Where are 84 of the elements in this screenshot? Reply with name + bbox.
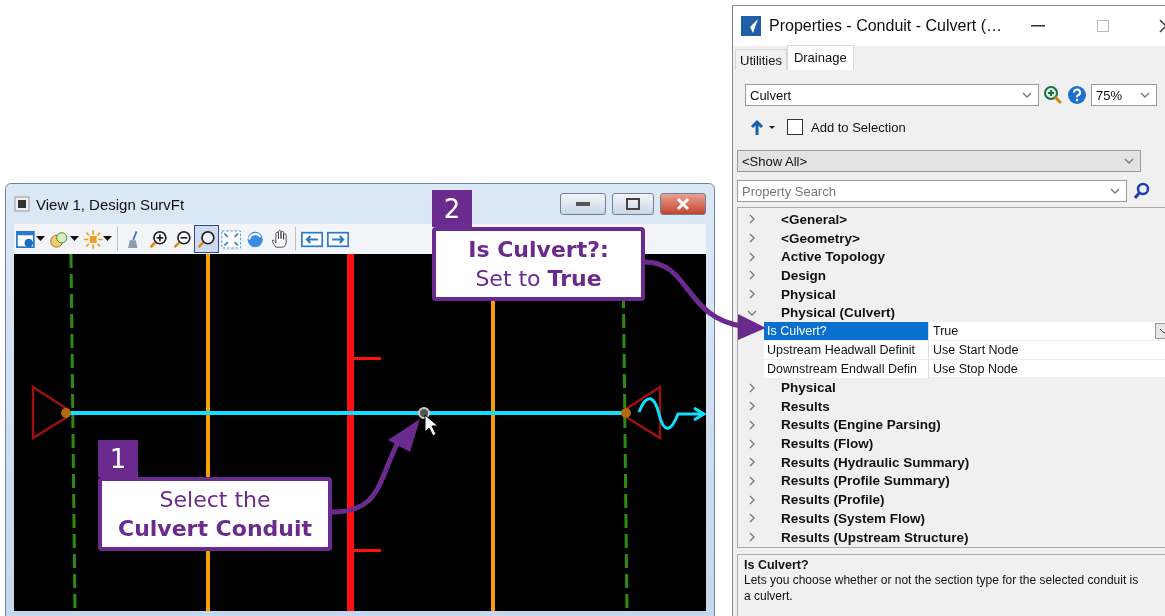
caret-icon [69,236,79,242]
app-logo-icon [741,16,761,36]
chevron-down-icon [1124,156,1134,166]
cursor-icon [424,414,439,437]
minimize-icon[interactable] [1031,25,1045,27]
property-search-field[interactable]: Property Search [737,180,1127,202]
category-row[interactable]: Results (Profile Summary) [738,471,1165,491]
zoom-in-icon [147,228,168,250]
outflow-arrow [637,397,706,430]
minimize-icon [576,202,590,206]
category-row[interactable]: Physical [738,378,1165,397]
chevron-right-icon [747,532,757,543]
minimize-button[interactable] [560,193,606,215]
caret-icon [36,236,46,242]
category-row[interactable]: Physical (Culvert) [738,303,1165,323]
toolbar-button[interactable] [194,225,219,253]
callout-text: Select the [159,486,271,514]
node[interactable] [621,408,631,418]
property-name[interactable]: Is Culvert? [764,322,928,341]
headwall-drawing [31,384,69,441]
chevron-down-icon [1140,90,1150,100]
category-row[interactable]: Results [738,396,1165,416]
category-row[interactable]: Active Topology [738,247,1165,267]
chevron-right-icon [747,419,757,430]
caret-icon [103,236,113,242]
chevron-right-icon [747,289,757,300]
element-dropdown[interactable]: Culvert [745,84,1039,106]
chevron-right-icon [747,494,757,505]
chevron-right-icon [747,513,757,524]
chevron-right-icon [747,233,757,244]
callout-text: Is Culvert?: [468,236,609,264]
category-row[interactable]: Physical [738,284,1165,304]
chevron-right-icon [747,214,757,225]
chevron-right-icon [747,270,757,281]
description-text: Lets you choose whether or not the section type for the selected conduit is a culvert. [744,572,1140,604]
fit-view-icon [220,228,242,250]
property-value[interactable]: Use Stop Node [928,359,1165,378]
tab[interactable]: Utilities [735,49,787,70]
node[interactable] [61,408,71,418]
chevron-down-icon [1110,186,1120,196]
chevron-down-icon [1022,90,1032,100]
window-icon [14,196,30,212]
chevron-right-icon [747,251,757,262]
hand-icon [269,228,290,250]
category-row[interactable]: Results (Hydraulic Summary) [738,452,1165,472]
close-icon [676,197,690,211]
maximize-button[interactable] [612,193,654,215]
category-row[interactable]: <General> [738,210,1165,229]
chevron-right-icon [747,401,757,412]
callout-text: Set to True [475,265,602,293]
light-icon [82,228,104,250]
zoom-in-icon[interactable] [1043,85,1063,105]
description-title: Is Culvert? [744,558,810,572]
category-row[interactable]: Results (Flow) [738,434,1165,453]
category-row[interactable]: Results (Profile) [738,490,1165,509]
chevron-right-icon [747,382,757,393]
chevron-right-icon [747,438,757,449]
callout-text: Culvert Conduit [118,515,312,543]
chevron-right-icon [747,457,757,468]
window-title: Properties - Conduit - Culvert (… [769,17,1003,35]
view-window-icon [16,228,37,250]
checkbox[interactable] [787,119,803,135]
checkbox-label: Add to Selection [811,119,906,135]
maximize-icon [626,198,640,210]
category-row[interactable]: Results (Upstream Structure) [738,527,1165,547]
filter-dropdown[interactable]: <Show All> [737,150,1141,172]
step-badge: 2 [432,190,472,227]
step-badge: 1 [98,440,138,477]
close-button[interactable] [660,193,706,215]
zoom-dropdown[interactable]: 75% [1091,84,1157,106]
category-row[interactable]: Results (System Flow) [738,509,1165,528]
zoom-window-icon [196,228,217,250]
help-icon[interactable] [1067,85,1087,105]
headwall-drawing [624,384,662,441]
chevron-right-icon [747,475,757,486]
property-value[interactable]: True [928,322,1165,341]
category-row[interactable]: Results (Engine Parsing) [738,415,1165,435]
category-row[interactable]: Design [738,266,1165,285]
window-title: View 1, Design SurvFt [36,195,185,213]
tab[interactable]: Drainage [786,45,854,70]
zoom-out-icon [171,228,193,250]
category-row[interactable]: <Geometry> [738,228,1165,248]
property-value[interactable]: Use Start Node [928,340,1165,359]
search-icon[interactable] [1133,182,1151,200]
